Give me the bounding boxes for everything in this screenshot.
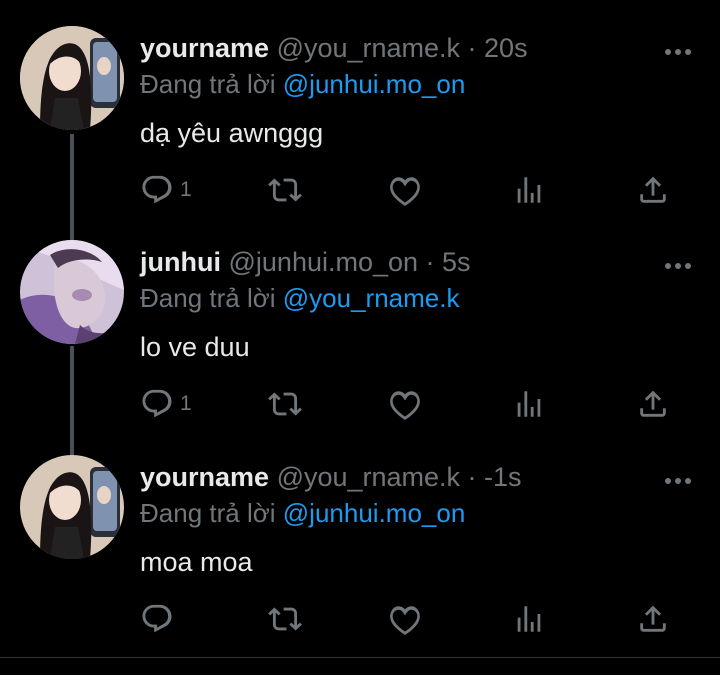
avatar-image (20, 240, 124, 344)
share-button[interactable] (636, 172, 670, 208)
more-icon (665, 49, 691, 55)
share-icon (640, 390, 666, 417)
retweet-icon (268, 392, 302, 416)
tweet-header: yourname @you_rname.k · 20s (140, 32, 528, 64)
avatar-image (20, 26, 124, 130)
handle-and-time: @junhui.mo_on · 5s (228, 247, 471, 277)
reply-count: 1 (180, 178, 192, 201)
tweet-header: junhui @junhui.mo_on · 5s (140, 246, 471, 278)
mention-link[interactable]: @junhui.mo_on (283, 498, 466, 528)
retweet-icon (268, 178, 302, 202)
like-button[interactable] (388, 601, 422, 637)
tweet-header: yourname @you_rname.k · -1s (140, 461, 522, 493)
action-bar (140, 601, 680, 637)
avatar[interactable] (20, 240, 124, 344)
tweet[interactable]: yourname @you_rname.k · 20s Đang trả lời… (0, 26, 720, 226)
share-button[interactable] (636, 386, 670, 422)
tweet[interactable]: yourname @you_rname.k · -1s Đang trả lời… (0, 455, 720, 655)
like-button[interactable] (388, 172, 422, 208)
analytics-icon (517, 391, 541, 417)
reply-count: 1 (180, 392, 192, 415)
heart-icon (390, 391, 420, 420)
reply-icon (142, 175, 172, 204)
handle-and-time: @you_rname.k · -1s (276, 462, 522, 492)
views-button[interactable] (512, 386, 546, 422)
more-button[interactable] (664, 258, 692, 269)
retweet-button[interactable] (268, 386, 302, 422)
mention-link[interactable]: @junhui.mo_on (283, 69, 466, 99)
replying-to-label: Đang trả lời (140, 69, 283, 99)
heart-icon (390, 177, 420, 206)
more-icon (665, 263, 691, 269)
more-icon (665, 478, 691, 484)
display-name[interactable]: junhui (140, 247, 221, 277)
replying-to: Đang trả lời @you_rname.k (140, 282, 459, 314)
more-button[interactable] (664, 44, 692, 55)
retweet-button[interactable] (268, 601, 302, 637)
reply-icon (142, 604, 172, 633)
views-button[interactable] (512, 172, 546, 208)
analytics-icon (517, 606, 541, 632)
share-button[interactable] (636, 601, 670, 637)
tweet-text: dạ yêu awnggg (140, 118, 324, 148)
replying-to-label: Đang trả lời (140, 498, 283, 528)
reply-button[interactable]: 1 (140, 386, 192, 422)
replying-to: Đang trả lời @junhui.mo_on (140, 68, 465, 100)
action-bar: 1 (140, 386, 680, 422)
like-button[interactable] (388, 386, 422, 422)
mention-link[interactable]: @you_rname.k (283, 283, 460, 313)
display-name[interactable]: yourname (140, 33, 269, 63)
more-button[interactable] (664, 473, 692, 484)
display-name[interactable]: yourname (140, 462, 269, 492)
share-icon (640, 605, 666, 632)
views-button[interactable] (512, 601, 546, 637)
handle-and-time: @you_rname.k · 20s (276, 33, 528, 63)
tweet[interactable]: junhui @junhui.mo_on · 5s Đang trả lời @… (0, 240, 720, 440)
reply-icon (142, 389, 172, 418)
reply-button[interactable]: 1 (140, 172, 192, 208)
avatar[interactable] (20, 455, 124, 559)
avatar[interactable] (20, 26, 124, 130)
action-bar: 1 (140, 172, 680, 208)
replying-to-label: Đang trả lời (140, 283, 283, 313)
replying-to: Đang trả lời @junhui.mo_on (140, 497, 465, 529)
divider (0, 657, 720, 658)
retweet-button[interactable] (268, 172, 302, 208)
share-icon (640, 176, 666, 203)
analytics-icon (517, 177, 541, 203)
retweet-icon (268, 607, 302, 631)
reply-button[interactable] (140, 601, 180, 637)
tweet-text: moa moa (140, 547, 253, 577)
avatar-image (20, 455, 124, 559)
heart-icon (390, 606, 420, 635)
tweet-text: lo ve duu (140, 332, 250, 362)
